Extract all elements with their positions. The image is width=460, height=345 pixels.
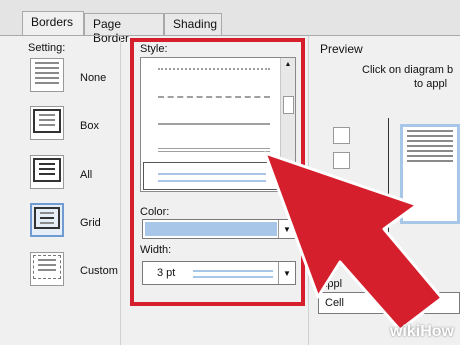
annotation-arrow [263,151,444,332]
red-arrow-icon [263,151,444,332]
wikihow-watermark: wikiHow [389,323,454,340]
